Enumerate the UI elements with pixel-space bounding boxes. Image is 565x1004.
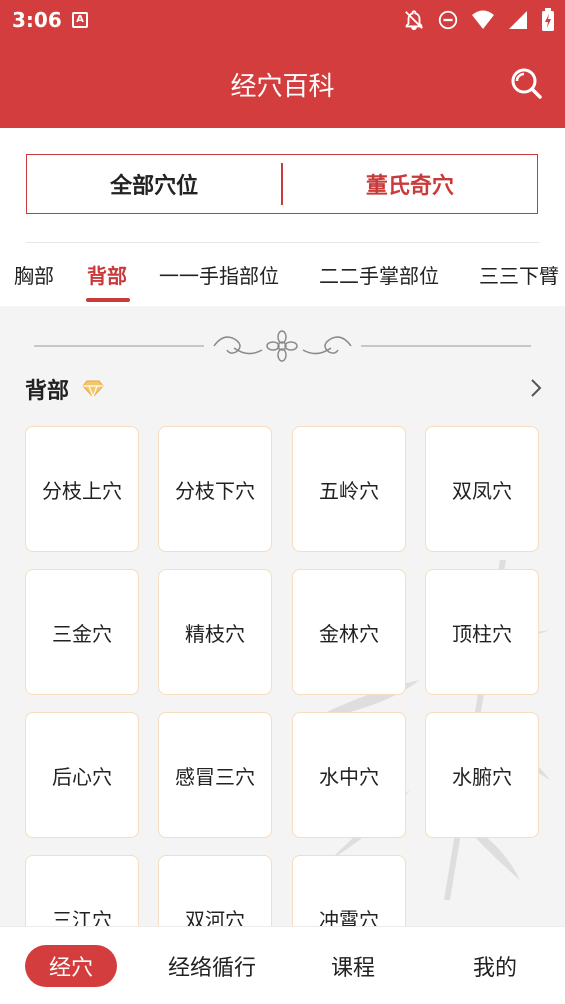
region-tabs: 胸部 背部 一一手指部位 二二手掌部位 三三下臂 — [0, 248, 565, 304]
signal-icon — [509, 11, 527, 29]
point-card[interactable]: 五岭穴 — [292, 426, 406, 552]
nav-courses[interactable]: 课程 — [313, 945, 393, 987]
point-card[interactable]: 后心穴 — [25, 712, 139, 838]
point-card[interactable]: 分枝下穴 — [158, 426, 272, 552]
chevron-right-icon[interactable] — [526, 377, 546, 399]
tab-palm[interactable]: 二二手掌部位 — [319, 260, 439, 289]
status-time: 3:06 — [12, 8, 62, 32]
tab-chest[interactable]: 胸部 — [14, 260, 54, 289]
point-card[interactable]: 金林穴 — [292, 569, 406, 695]
a-letter-icon: A — [72, 12, 88, 28]
app-bar: 经穴百科 — [0, 40, 565, 128]
divider-line — [26, 242, 540, 243]
section-title: 背部 — [25, 379, 70, 404]
diamond-icon — [82, 380, 104, 399]
status-icons — [403, 8, 555, 32]
segment-dong-points[interactable]: 董氏奇穴 — [283, 155, 537, 213]
wifi-icon — [472, 10, 494, 29]
search-icon[interactable] — [509, 66, 543, 100]
point-card[interactable]: 水中穴 — [292, 712, 406, 838]
page-title: 经穴百科 — [230, 72, 335, 102]
point-card[interactable]: 感冒三穴 — [158, 712, 272, 838]
active-tab-indicator — [86, 298, 130, 302]
notifications-off-icon — [405, 10, 423, 31]
tab-fingers[interactable]: 一一手指部位 — [159, 260, 279, 289]
status-bar: 3:06 A — [0, 0, 565, 40]
do-not-disturb-icon — [438, 10, 458, 30]
point-card[interactable]: 三金穴 — [25, 569, 139, 695]
nav-meridians[interactable]: 经络循行 — [150, 945, 274, 987]
bottom-nav: 经穴 经络循行 课程 我的 — [0, 926, 565, 1004]
tab-forearm[interactable]: 三三下臂 — [479, 260, 559, 289]
nav-mine[interactable]: 我的 — [455, 945, 535, 987]
nav-points[interactable]: 经穴 — [25, 945, 117, 987]
point-type-segment: 全部穴位 董氏奇穴 — [26, 154, 538, 214]
point-card[interactable]: 顶柱穴 — [425, 569, 539, 695]
battery-charging-icon — [542, 8, 554, 31]
point-card[interactable]: 精枝穴 — [158, 569, 272, 695]
point-card[interactable]: 水腑穴 — [425, 712, 539, 838]
ornament-divider — [34, 330, 531, 362]
point-card[interactable]: 双凤穴 — [425, 426, 539, 552]
tab-back[interactable]: 背部 — [87, 260, 127, 289]
point-card[interactable]: 分枝上穴 — [25, 426, 139, 552]
segment-all-points[interactable]: 全部穴位 — [27, 155, 281, 213]
